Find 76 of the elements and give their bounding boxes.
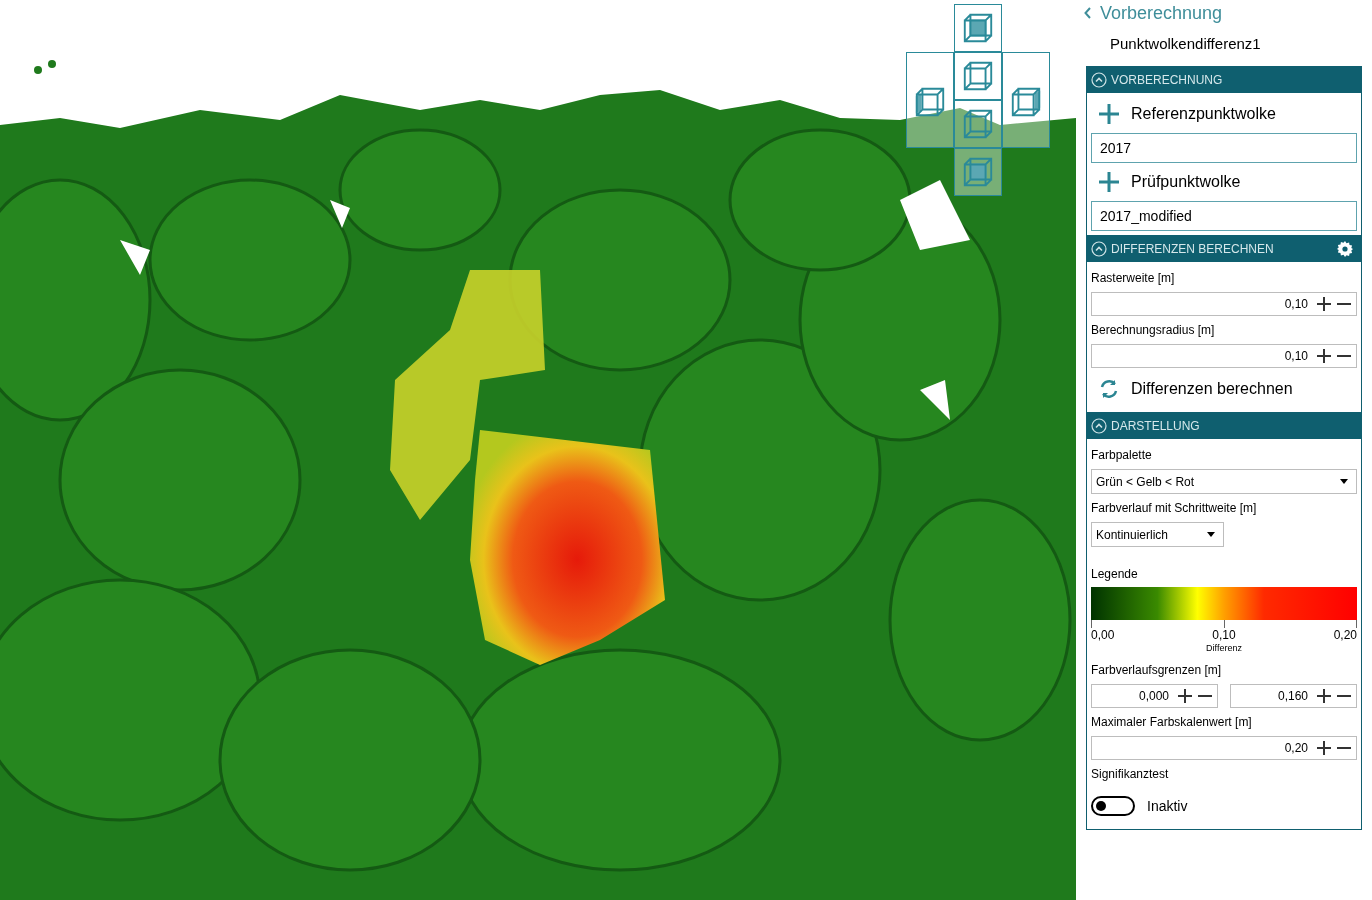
plus-icon [1317,688,1331,703]
number-value: 0,160 [1277,687,1308,705]
increment-button[interactable] [1316,739,1332,756]
cube-icon [961,155,995,189]
toggle-label: Inaktiv [1147,796,1188,816]
field-label: Farbverlauf mit Schrittweite [m] [1091,500,1258,517]
field-label: Legende [1091,566,1139,583]
calculate-button[interactable]: Differenzen berechnen [1091,370,1357,408]
back-link[interactable]: Vorberechnung [1084,0,1362,26]
increment-button[interactable] [1316,296,1332,312]
scale-caption: Differenz [1206,642,1242,655]
caret-icon [1207,532,1215,537]
refresh-icon [1099,379,1119,399]
view-cube-left-button[interactable] [906,52,954,148]
number-field[interactable]: 0,160 [1230,683,1357,708]
chevron-up-icon [1091,72,1107,88]
number-value: 0,10 [1284,348,1308,365]
settings-button[interactable] [1337,241,1353,257]
page-title: Punktwolkendifferenz1 [1109,33,1262,54]
increment-button[interactable] [1177,687,1193,704]
dropdown[interactable]: Grün < Gelb < Rot [1091,469,1357,494]
field-label: Berechnungsradius [m] [1091,322,1216,339]
plus-icon [1317,349,1331,363]
section-title: VORBERECHNUNG [1111,72,1224,89]
plus-icon [1099,104,1119,124]
cube-icon [913,85,947,119]
plus-icon [1317,740,1331,755]
increment-button[interactable] [1316,687,1332,704]
caret-icon [1340,479,1348,484]
scale-tick-label: 0,20 [1333,628,1357,642]
field-label: Farbverlaufsgrenzen [m] [1091,661,1223,679]
section-header[interactable]: DARSTELLUNG [1087,413,1361,439]
minus-icon [1337,355,1351,357]
dropdown[interactable]: Kontinuierlich [1091,522,1224,547]
scale-tick-label: 0,00 [1091,628,1115,642]
section-header[interactable]: VORBERECHNUNG [1087,67,1361,93]
section-title: DIFFERENZEN BERECHNEN [1111,241,1275,258]
field-label: Signifikanztest [1091,765,1170,783]
view-cube-front-button[interactable] [954,52,1002,100]
plus-icon [1317,297,1331,311]
number-field[interactable]: 0,000 [1091,683,1218,708]
number-field[interactable]: 0,20 [1091,735,1357,760]
add-point-cloud-button[interactable]: Referenzpunktwolke [1091,97,1357,131]
view-cube-right-button[interactable] [1002,52,1050,148]
number-value: 0,20 [1284,739,1308,757]
text-field[interactable]: 2017_modified [1091,201,1357,231]
text-field[interactable]: 2017 [1091,133,1357,163]
scale-tick-label: 0,10 [1212,628,1236,642]
increment-button[interactable] [1316,348,1332,364]
cube-icon [961,107,995,141]
cube-icon [961,59,995,93]
field-label: Farbpalette [1091,447,1153,464]
minus-icon [1337,303,1351,305]
minus-icon [1337,746,1351,749]
field-label: Rasterweite [m] [1091,270,1176,287]
minus-icon [1337,694,1351,697]
chevron-up-icon [1091,418,1107,434]
chevron-up-icon [1091,241,1107,257]
number-value: 0,000 [1138,687,1169,705]
toggle-switch[interactable] [1091,796,1135,816]
number-field[interactable]: 0,10 [1091,344,1357,368]
chevron-left-icon [1084,7,1092,19]
section-header[interactable]: DIFFERENZEN BERECHNEN [1087,236,1361,262]
add-point-cloud-button[interactable]: Prüfpunktwolke [1091,165,1357,199]
view-cube-bottom-button[interactable] [954,100,1002,148]
cube-icon [1009,85,1043,119]
number-field[interactable]: 0,10 [1091,292,1357,316]
plus-icon [1178,688,1192,703]
view-cube-top-button[interactable] [954,4,1002,52]
number-value: 0,10 [1284,296,1308,313]
field-label: Maximaler Farbskalenwert [m] [1091,713,1253,731]
section-title: DARSTELLUNG [1111,418,1201,435]
minus-icon [1198,694,1212,697]
cube-icon [961,11,995,45]
plus-icon [1099,172,1119,192]
settings-icon [1337,241,1353,257]
